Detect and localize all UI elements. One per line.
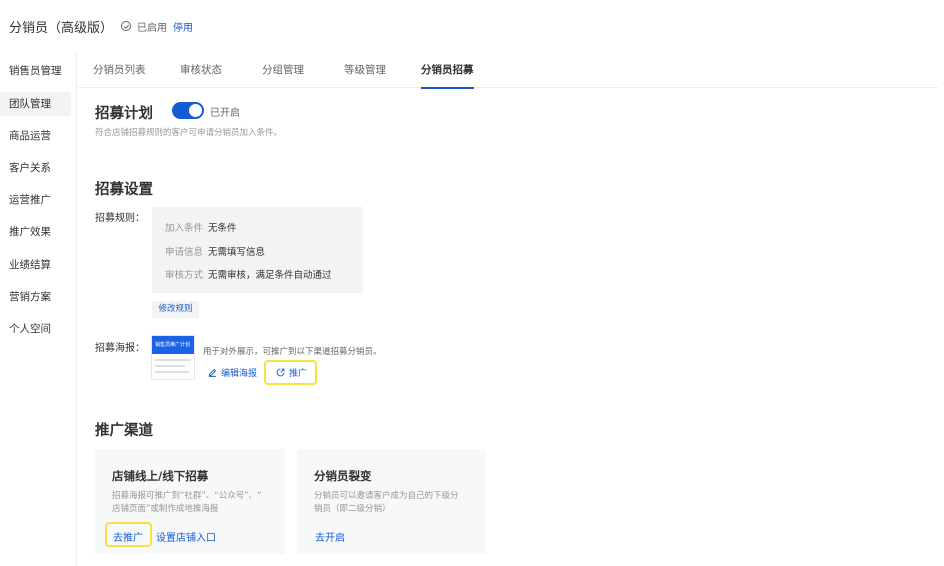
sidebar-item-product[interactable]: 商品运营 [0, 124, 71, 148]
sidebar-item-customer[interactable]: 客户关系 [0, 156, 71, 180]
rule-key: 申请信息 [165, 247, 204, 258]
rule-row: 审核方式 无需审核，满足条件自动通过 [165, 267, 332, 281]
card-desc-line: 销员（即二级分销） [314, 504, 391, 514]
edit-poster-label: 编辑海报 [221, 369, 258, 379]
poster-line [155, 359, 191, 361]
card-title: 分销员裂变 [314, 469, 372, 483]
poster-thumb-text: 销售员推广计划 [155, 342, 191, 348]
card-description: 分销员可以邀请客户成为自己的下级分 销员（即二级分销） [314, 490, 459, 516]
check-circle-icon [121, 21, 132, 31]
toggle-label: 已开启 [210, 108, 240, 119]
channels-title: 推广渠道 [95, 423, 153, 439]
poster-banner: 销售员推广计划 [152, 336, 194, 354]
sidebar-item-operation[interactable]: 运营推广 [0, 188, 71, 212]
toggle-knob [189, 104, 202, 117]
rule-value: 无条件 [208, 223, 237, 234]
rule-key: 审核方式 [165, 270, 204, 281]
tab-bar: 分销员列表 审核状态 分组管理 等级管理 分销员招募 [78, 52, 938, 89]
sidebar-item-marketing[interactable]: 营销方案 [0, 285, 71, 309]
rules-label: 招募规则： [95, 213, 145, 224]
plan-description: 符合店铺招募规则的客户可申请分销员加入条件。 [95, 128, 283, 138]
rules-box: 加入条件 无条件 申请信息 无需填写信息 审核方式 无需审核，满足条件自动通过 [152, 207, 363, 293]
settings-title: 招募设置 [95, 182, 153, 198]
card-title: 店铺线上/线下招募 [112, 469, 209, 483]
rule-row: 申请信息 无需填写信息 [165, 244, 265, 258]
pencil-icon [208, 368, 217, 377]
poster-line [155, 365, 185, 367]
rule-value: 无需填写信息 [208, 247, 266, 258]
card-desc-line: 店铺页面”或制作成地推海报 [112, 504, 219, 514]
app-title: 分销员（高级版） [9, 20, 114, 36]
poster-line [155, 371, 189, 373]
tab-review-status[interactable]: 审核状态 [180, 52, 222, 88]
channel-card-fission: 分销员裂变 分销员可以邀请客户成为自己的下级分 销员（即二级分销） 去开启 [297, 449, 486, 554]
top-bar: 分销员（高级版） 已启用 停用 [0, 0, 944, 52]
poster-label: 招募海报： [95, 343, 145, 354]
edit-rules-button[interactable]: 修改规则 [152, 301, 199, 318]
status-text: 已启用 [137, 22, 168, 34]
rule-row: 加入条件 无条件 [165, 220, 237, 234]
rule-key: 加入条件 [165, 223, 204, 234]
sidebar-item-settlement[interactable]: 业绩结算 [0, 253, 71, 277]
card-description: 招募海报可推广到“社群”、“公众号”、“ 店铺页面”或制作成地推海报 [112, 490, 262, 516]
disable-link[interactable]: 停用 [173, 19, 193, 34]
sidebar-item-effect[interactable]: 推广效果 [0, 220, 71, 244]
tab-level-management[interactable]: 等级管理 [344, 52, 386, 88]
sidebar: 销售员管理 团队管理 商品运营 客户关系 运营推广 推广效果 业绩结算 营销方案… [0, 52, 77, 566]
plan-toggle[interactable] [172, 102, 204, 119]
card-desc-line: 分销员可以邀请客户成为自己的下级分 [314, 491, 459, 501]
sidebar-item-personal[interactable]: 个人空间 [0, 317, 71, 341]
plan-title: 招募计划 [95, 106, 153, 122]
poster-description: 用于对外展示，可推广到以下渠道招募分销员。 [203, 347, 382, 357]
tab-group-management[interactable]: 分组管理 [262, 52, 304, 88]
enable-fission-link[interactable]: 去开启 [315, 529, 345, 544]
store-entry-link[interactable]: 设置店铺入口 [156, 529, 216, 544]
rule-value: 无需审核，满足条件自动通过 [208, 270, 332, 281]
tab-distributor-list[interactable]: 分销员列表 [93, 52, 146, 88]
edit-poster-button[interactable]: 编辑海报 [208, 366, 257, 379]
go-promote-highlight [105, 522, 152, 547]
tab-recruitment[interactable]: 分销员招募 [421, 52, 474, 89]
poster-thumbnail[interactable]: 销售员推广计划 [151, 335, 195, 380]
promote-highlight [264, 360, 317, 385]
sidebar-item-team[interactable]: 团队管理 [0, 92, 71, 116]
card-desc-line: 招募海报可推广到“社群”、“公众号”、“ [112, 491, 262, 501]
sidebar-item-sales[interactable]: 销售员管理 [0, 59, 71, 83]
